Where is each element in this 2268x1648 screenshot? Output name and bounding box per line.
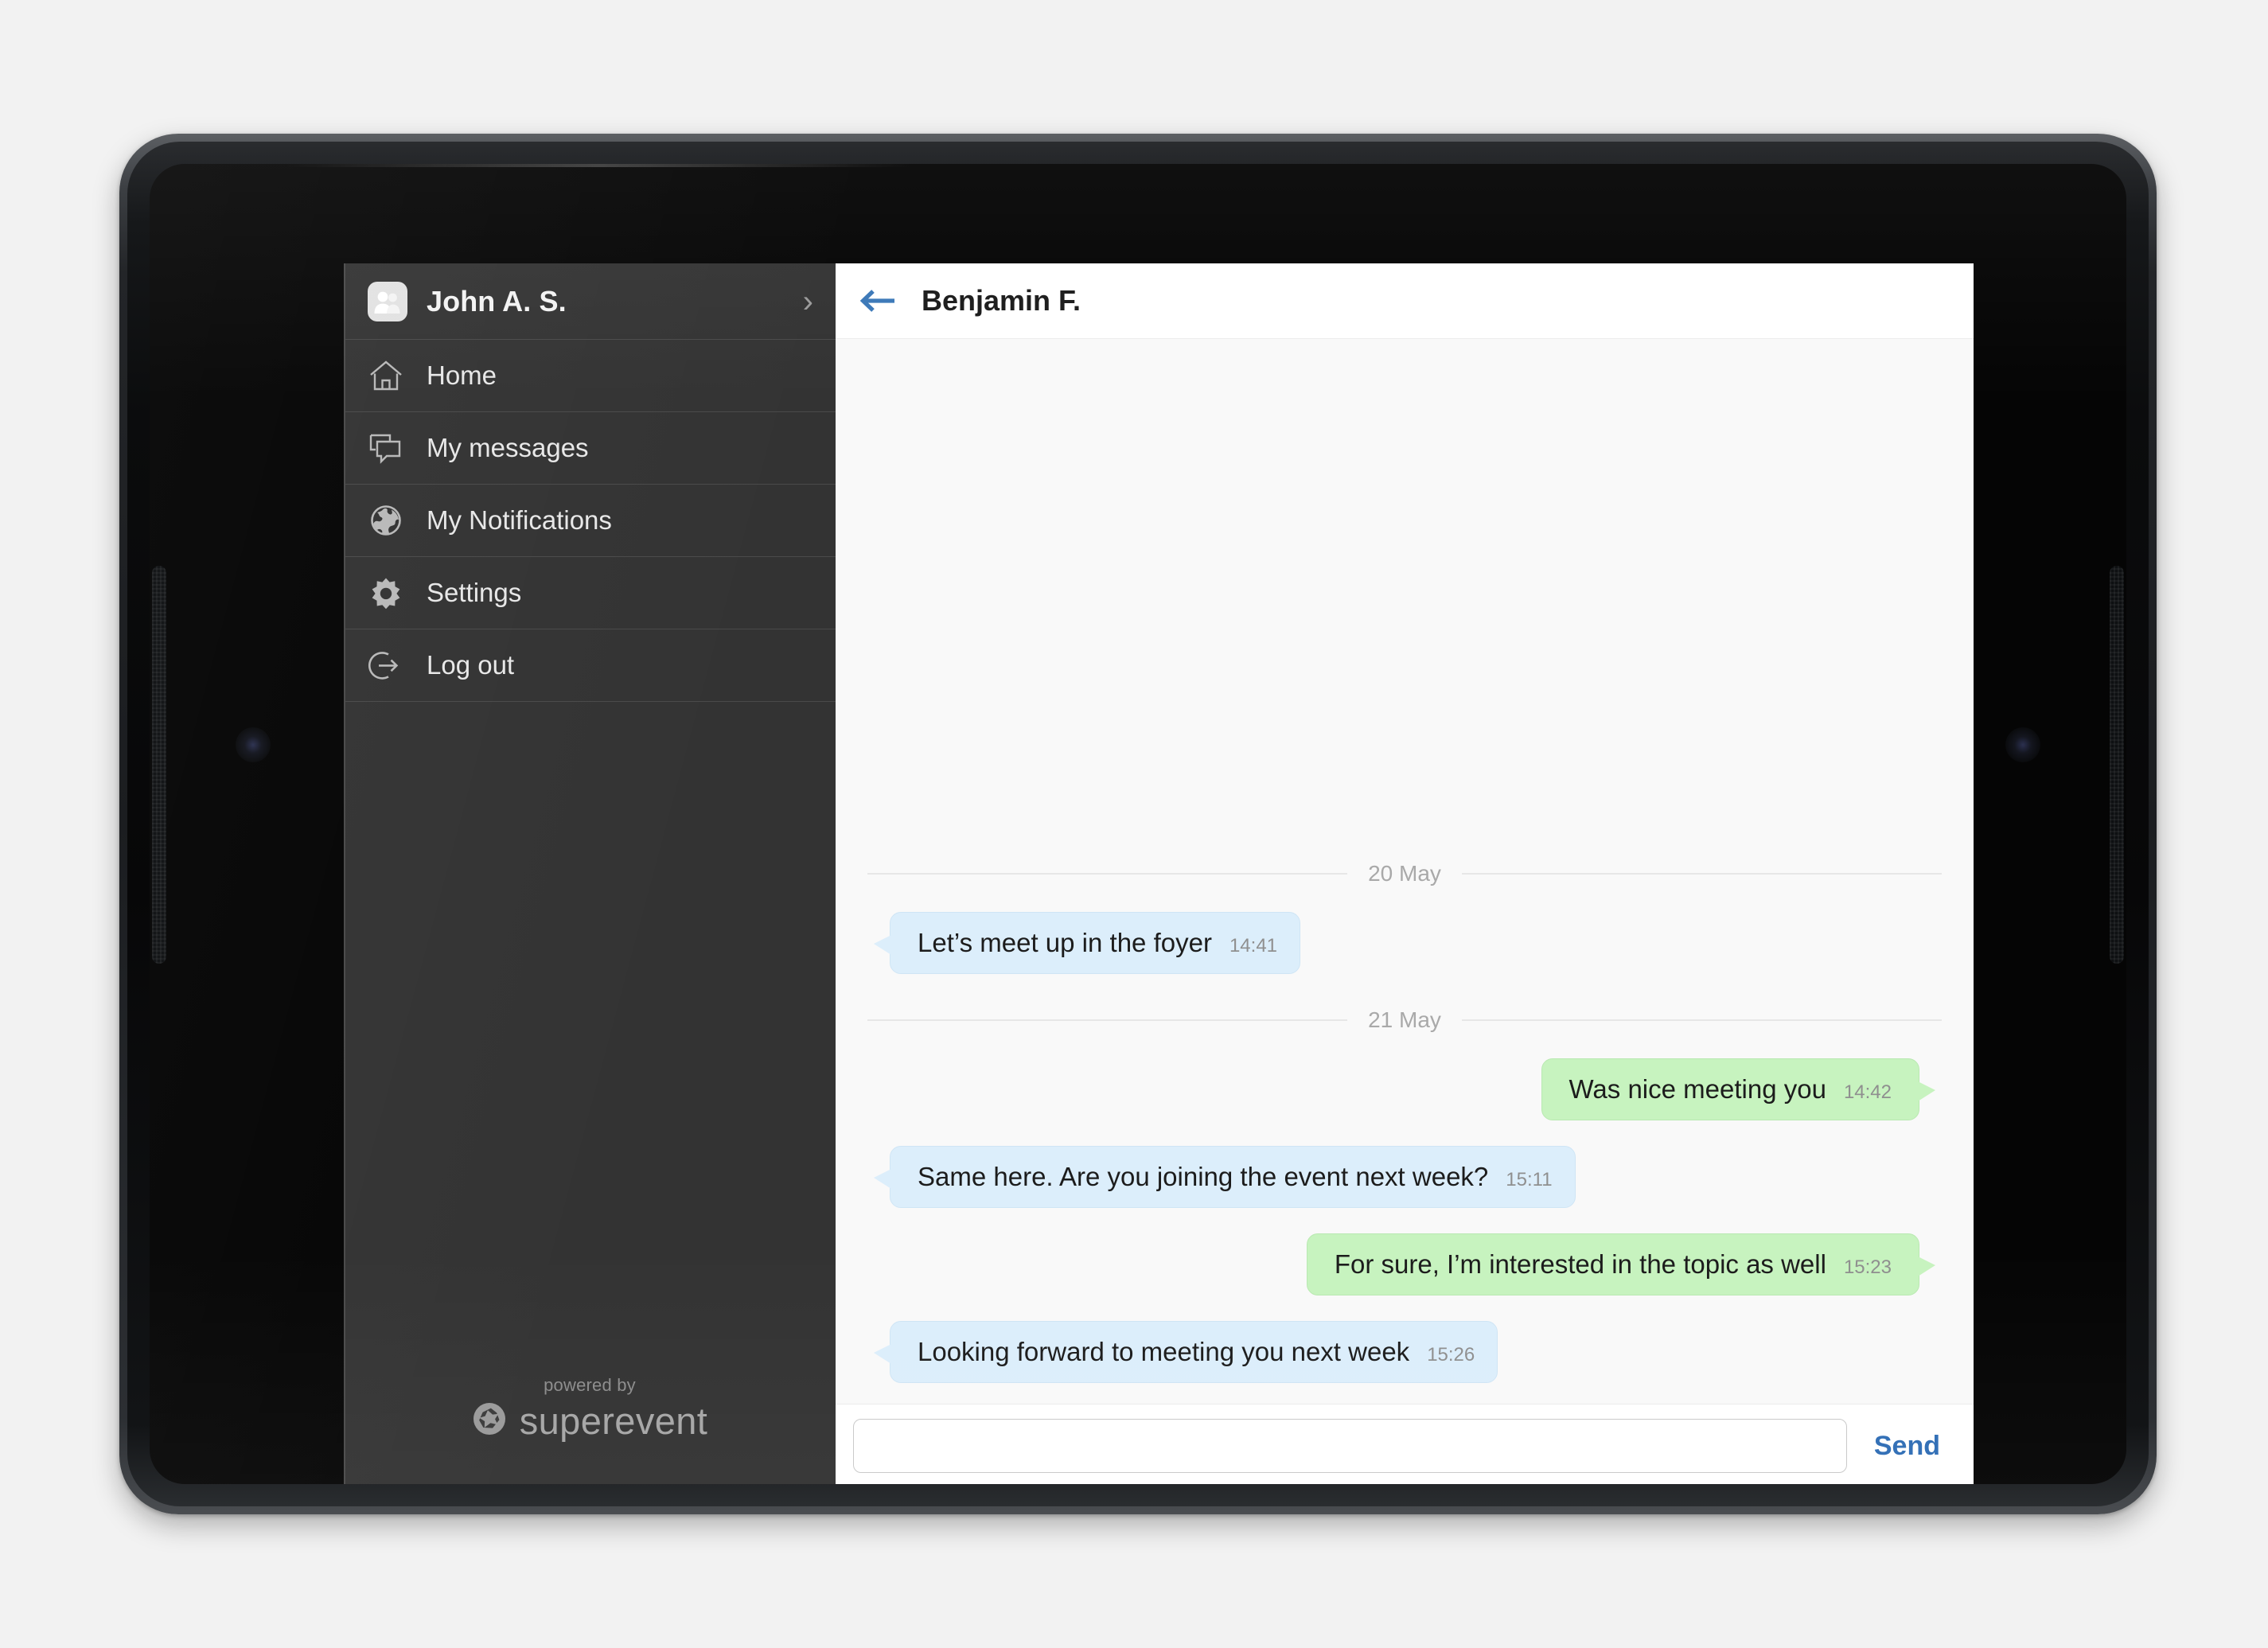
users-avatar-icon [368, 281, 407, 321]
message-time: 15:23 [1843, 1256, 1892, 1278]
message-bubble-incoming[interactable]: Looking forward to meeting you next week… [873, 1321, 1498, 1383]
message-text: Let’s meet up in the foyer [918, 928, 1212, 957]
bezel-highlight [285, 164, 914, 167]
date-separator: 21 May [867, 1007, 1943, 1033]
logout-arrow-icon [368, 648, 412, 683]
home-icon [368, 358, 412, 393]
message-bubble-incoming[interactable]: Let’s meet up in the foyer 14:41 [873, 912, 1301, 974]
speaker-grille-left-icon [152, 566, 166, 964]
speaker-grille-right-icon [2110, 566, 2124, 964]
gear-icon [368, 575, 412, 610]
tablet-screen: John A. S. › Home My messages My Notific… [150, 164, 2126, 1484]
sidebar-item-label: Log out [427, 650, 515, 680]
message-text: Looking forward to meeting you next week [918, 1337, 1410, 1366]
back-arrow-icon[interactable] [858, 285, 898, 317]
sidebar-item-label: Home [427, 360, 497, 390]
message-time: 14:42 [1843, 1081, 1892, 1103]
sidebar-item-my-notifications[interactable]: My Notifications [344, 485, 836, 557]
message-time: 15:26 [1427, 1344, 1475, 1366]
sidebar-item-label: My Notifications [427, 505, 612, 535]
message-row: Was nice meeting you 14:42 [867, 1058, 1942, 1120]
sidebar-profile-row[interactable]: John A. S. › [344, 263, 836, 340]
message-text: Same here. Are you joining the event nex… [918, 1162, 1489, 1191]
powered-by-label: powered by [544, 1375, 636, 1395]
chevron-right-icon[interactable]: › [803, 286, 813, 318]
chat-contact-name: Benjamin F. [922, 284, 1081, 317]
star-badge-icon [472, 1401, 507, 1440]
separator-line-left [867, 1019, 1348, 1021]
brand-lockup[interactable]: superevent [344, 1399, 836, 1443]
sidebar-left-edge [344, 263, 345, 1484]
message-composer: Send [836, 1404, 1974, 1484]
sidebar-nav-list: Home My messages My Notifications Settin… [344, 340, 836, 702]
separator-line-right [1461, 1019, 1943, 1021]
chat-message-list[interactable]: 20 May Let’s meet up in the foyer 14:41 [836, 339, 1974, 1404]
separator-line-right [1461, 873, 1943, 875]
sidebar-item-home[interactable]: Home [344, 340, 836, 412]
camera-lens-right-icon [2005, 727, 2040, 762]
sidebar-item-label: Settings [427, 578, 522, 607]
message-row: Let’s meet up in the foyer 14:41 [867, 912, 1942, 974]
message-bubble-outgoing[interactable]: For sure, I’m interested in the topic as… [1306, 1233, 1936, 1295]
chat-panel: Benjamin F. 20 May Let’s meet up in the … [836, 263, 1974, 1484]
send-button[interactable]: Send [1861, 1431, 1954, 1462]
app-window: John A. S. › Home My messages My Notific… [344, 263, 1974, 1484]
speech-bubbles-icon [368, 431, 412, 466]
powered-by-block: powered by superevent [344, 1375, 836, 1484]
globe-icon [368, 503, 412, 538]
message-row: For sure, I’m interested in the topic as… [867, 1233, 1942, 1295]
brand-name: superevent [519, 1400, 708, 1442]
message-row: Same here. Are you joining the event nex… [867, 1146, 1942, 1208]
tablet-bezel: John A. S. › Home My messages My Notific… [127, 142, 2149, 1506]
message-text: For sure, I’m interested in the topic as… [1334, 1249, 1826, 1279]
camera-lens-left-icon [236, 727, 271, 762]
date-separator-label: 20 May [1368, 861, 1441, 886]
date-separator: 20 May [867, 861, 1943, 886]
sidebar-item-settings[interactable]: Settings [344, 557, 836, 629]
tablet-device: John A. S. › Home My messages My Notific… [119, 134, 2157, 1514]
message-bubble-incoming[interactable]: Same here. Are you joining the event nex… [874, 1146, 1576, 1208]
sidebar: John A. S. › Home My messages My Notific… [344, 263, 836, 1484]
date-separator-label: 21 May [1368, 1007, 1441, 1032]
sidebar-item-label: My messages [427, 433, 589, 462]
sidebar-item-my-messages[interactable]: My messages [344, 412, 836, 485]
message-time: 15:11 [1506, 1169, 1553, 1190]
message-time: 14:41 [1229, 935, 1278, 956]
separator-line-left [867, 873, 1348, 875]
chat-header: Benjamin F. [836, 263, 1974, 339]
message-text: Was nice meeting you [1569, 1074, 1826, 1104]
message-row: Looking forward to meeting you next week… [867, 1321, 1942, 1383]
sidebar-item-log-out[interactable]: Log out [344, 629, 836, 702]
message-input[interactable] [853, 1419, 1847, 1473]
message-bubble-outgoing[interactable]: Was nice meeting you 14:42 [1541, 1058, 1935, 1120]
profile-name: John A. S. [427, 284, 567, 318]
